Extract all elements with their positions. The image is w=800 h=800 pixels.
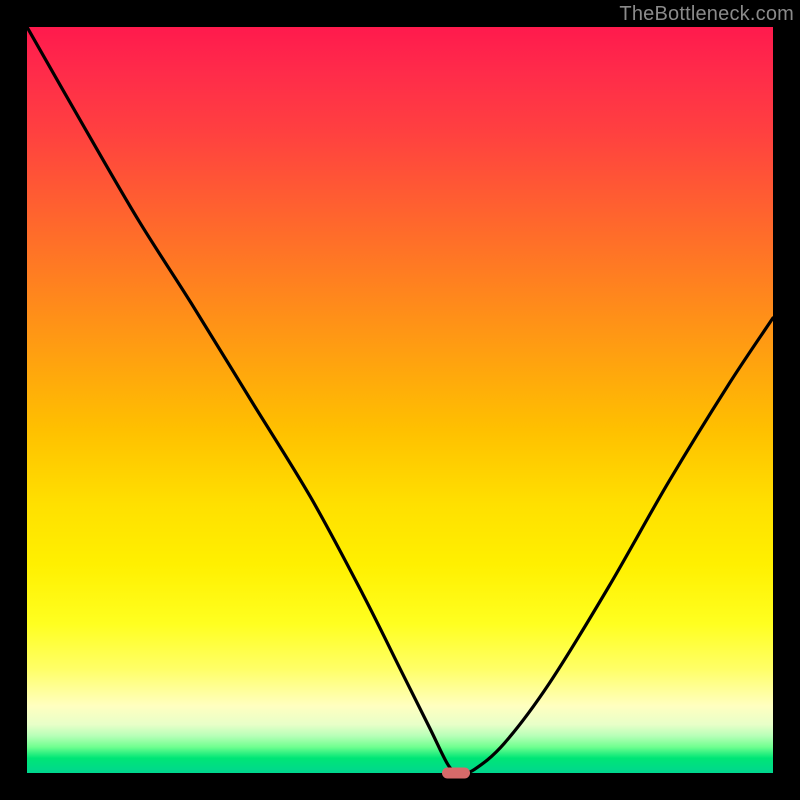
watermark-text: TheBottleneck.com <box>619 3 794 26</box>
chart-background-gradient <box>27 27 773 773</box>
chart-plot-area <box>27 27 773 773</box>
